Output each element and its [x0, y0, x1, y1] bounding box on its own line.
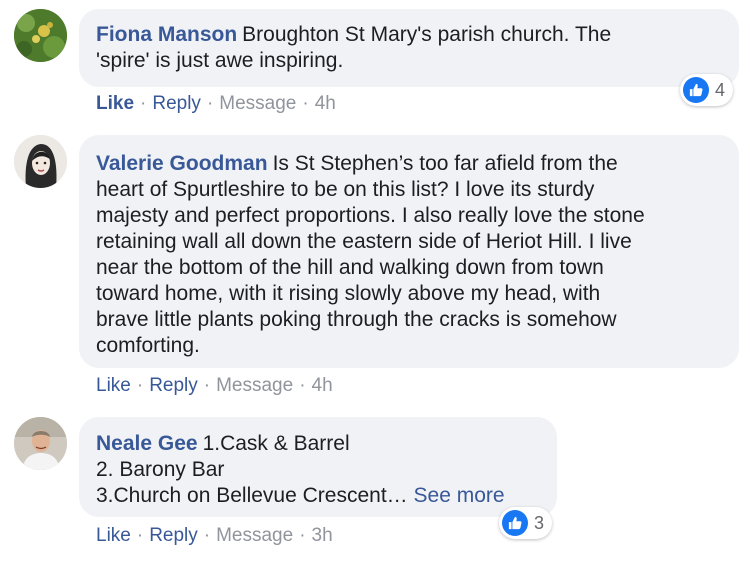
comment-text: Is St Stephen’s too far afield from the [272, 152, 618, 175]
thumbs-up-icon [502, 510, 528, 536]
timestamp[interactable]: 4h [312, 375, 333, 396]
reaction-number: 3 [534, 512, 545, 533]
separator: · [302, 93, 309, 114]
reaction-count[interactable]: 3 [499, 507, 553, 539]
comment-text: 2. Barony Bar [96, 458, 225, 481]
avatar[interactable] [14, 135, 67, 188]
see-more-link[interactable]: See more [414, 484, 505, 507]
like-link[interactable]: Like [96, 375, 131, 396]
message-link[interactable]: Message [216, 525, 293, 546]
message-link[interactable]: Message [219, 93, 296, 114]
timestamp[interactable]: 3h [312, 525, 333, 546]
comment-text: heart of Spurtleshire to be on this list… [96, 178, 595, 201]
reply-link[interactable]: Reply [152, 93, 201, 114]
comment-actions: Like · Reply · Message · 4h [96, 374, 333, 398]
like-link[interactable]: Like [96, 525, 131, 546]
reply-link[interactable]: Reply [149, 375, 198, 396]
comment-bubble: Fiona Manson Broughton St Mary's parish c… [79, 9, 739, 87]
comment-text: retaining wall all down the eastern side… [96, 230, 632, 253]
comment-text: majesty and perfect proportions. I also … [96, 204, 645, 227]
reaction-number: 4 [715, 79, 726, 100]
message-link[interactable]: Message [216, 375, 293, 396]
comment-text: 'spire' is just awe inspiring. [96, 49, 344, 72]
comment-text: 1.Cask & Barrel [202, 432, 350, 455]
comment-bubble: Valerie Goodman Is St Stephen’s too far a… [79, 135, 739, 368]
separator: · [203, 525, 211, 546]
separator: · [299, 375, 306, 396]
reaction-count[interactable]: 4 [680, 74, 734, 106]
separator: · [136, 375, 144, 396]
like-link[interactable]: Like [96, 93, 134, 114]
comment-text: comforting. [96, 334, 200, 357]
reply-link[interactable]: Reply [149, 525, 198, 546]
comment-text: toward home, with it rising slowly above… [96, 282, 601, 305]
comment-author[interactable]: Neale Gee [96, 432, 198, 455]
thumbs-up-icon [683, 77, 709, 103]
comment-text: 3.Church on Bellevue Crescent… [96, 484, 408, 507]
comment-text: brave little plants poking through the c… [96, 308, 617, 331]
separator: · [206, 93, 214, 114]
comment-text: near the bottom of the hill and walking … [96, 256, 604, 279]
comment-actions: Like · Reply · Message · 3h [96, 524, 333, 548]
separator: · [203, 375, 211, 396]
comment-actions: Like · Reply · Message · 4h [96, 92, 336, 116]
avatar[interactable] [14, 9, 67, 62]
comment-author[interactable]: Valerie Goodman [96, 152, 268, 175]
comment-author[interactable]: Fiona Manson [96, 23, 237, 46]
comment-text: Broughton St Mary's parish church. The [242, 23, 612, 46]
timestamp[interactable]: 4h [315, 93, 336, 114]
separator: · [299, 525, 306, 546]
comment-bubble: Neale Gee 1.Cask & Barrel 2. Barony Bar 3… [79, 417, 557, 517]
separator: · [136, 525, 144, 546]
avatar[interactable] [14, 417, 67, 470]
separator: · [140, 93, 147, 114]
